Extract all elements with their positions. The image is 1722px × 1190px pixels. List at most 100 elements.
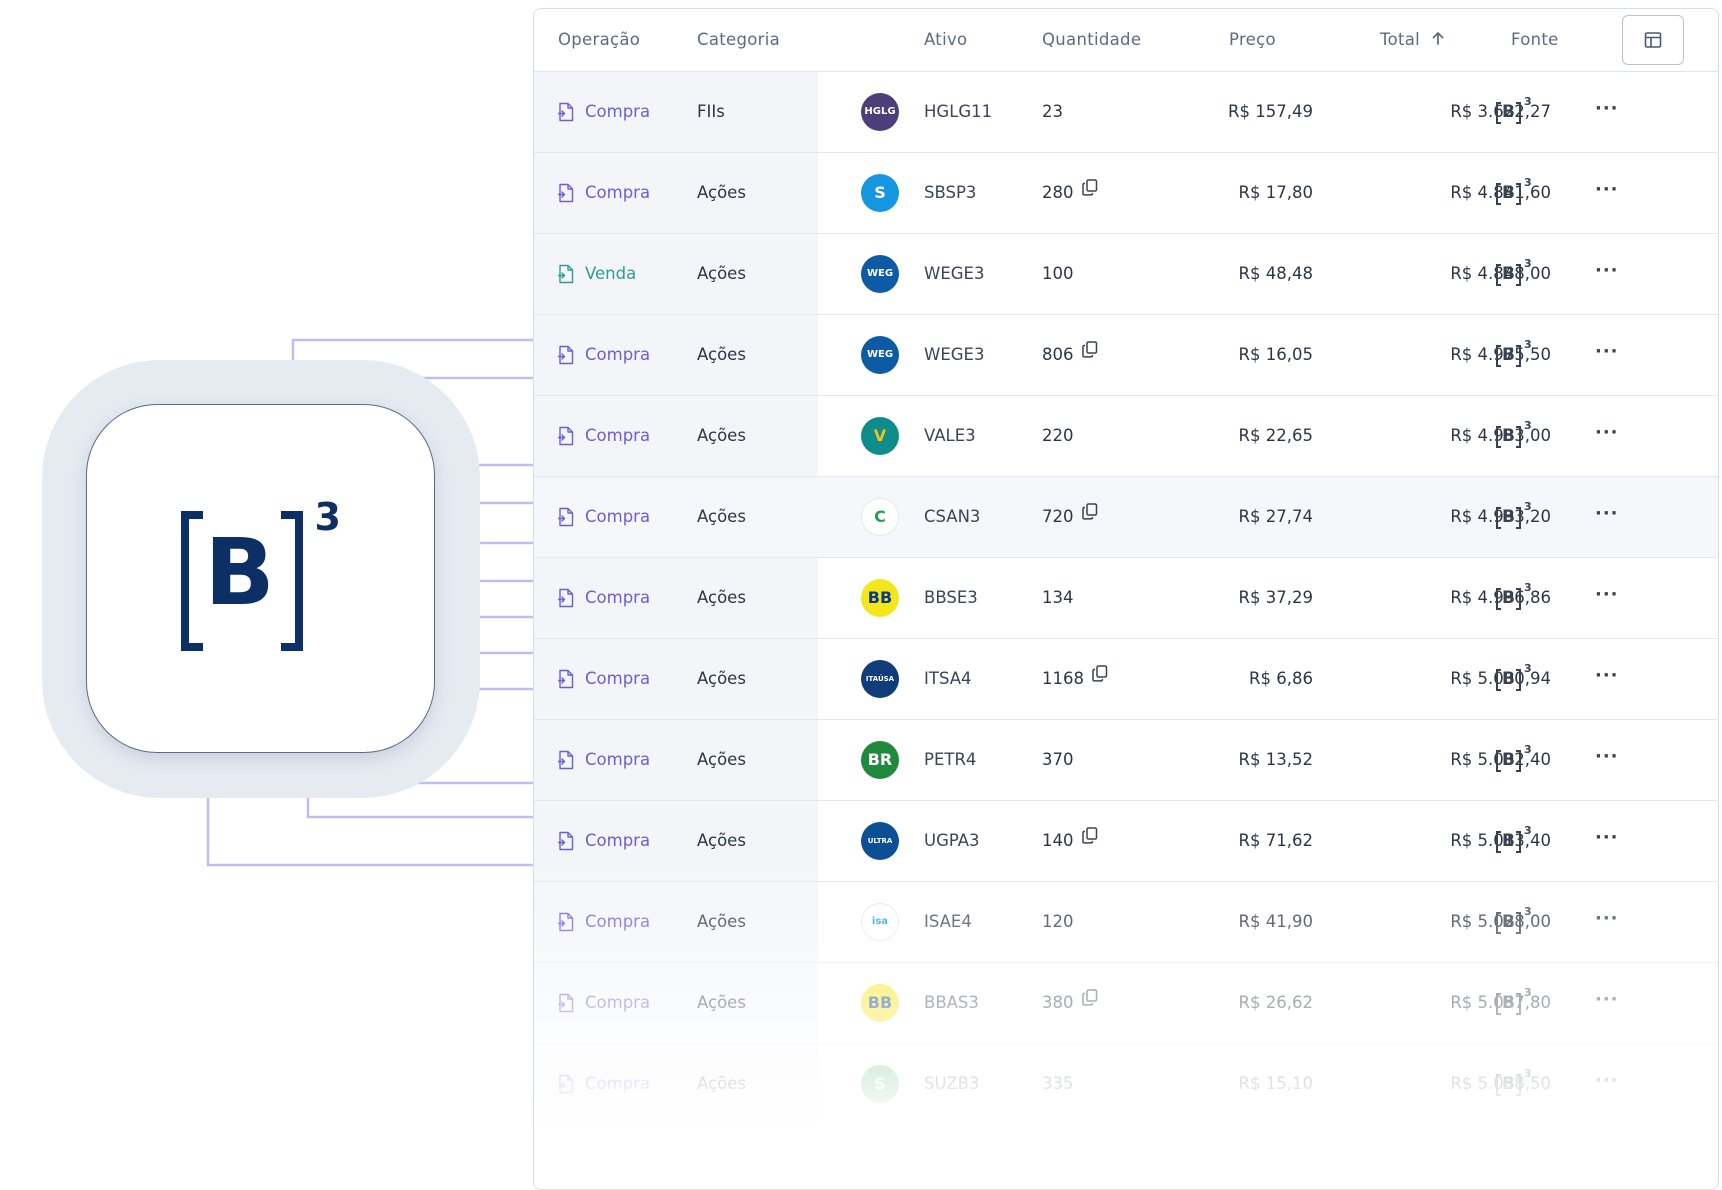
price-value: R$ 71,62 bbox=[1238, 831, 1313, 850]
table-row[interactable]: Compra Ações V VALE3 220 R$ 22,65 R$ 4.9… bbox=[534, 396, 1718, 477]
asset-ticker[interactable]: SUZB3 bbox=[924, 1044, 979, 1124]
table-row[interactable]: Venda Ações WEG WEGE3 100 R$ 48,48 R$ 4.… bbox=[534, 234, 1718, 315]
more-options-icon[interactable]: ··· bbox=[1595, 1044, 1619, 1124]
document-icon bbox=[557, 426, 574, 446]
category-label: Ações bbox=[697, 183, 746, 202]
copy-icon[interactable] bbox=[1081, 799, 1098, 879]
operation-label[interactable]: Compra bbox=[585, 639, 650, 719]
header-preco[interactable]: Preço bbox=[1229, 9, 1276, 71]
header-fonte[interactable]: Fonte bbox=[1511, 9, 1559, 71]
table-row[interactable]: Compra Ações S SUZB3 335 R$ 15,10 R$ 5.0… bbox=[534, 1044, 1718, 1125]
asset-ticker[interactable]: ITSA4 bbox=[924, 639, 972, 719]
columns-settings-button[interactable] bbox=[1622, 15, 1684, 65]
quantity-value: 1168 bbox=[1042, 639, 1108, 719]
asset-ticker[interactable]: WEGE3 bbox=[924, 315, 984, 395]
header-categoria[interactable]: Categoria bbox=[697, 9, 780, 71]
table-row[interactable]: Compra Ações C CSAN3 720 R$ 27,74 R$ 4.9… bbox=[534, 477, 1718, 558]
table-row[interactable]: Compra Ações isa ISAE4 120 R$ 41,90 R$ 5… bbox=[534, 882, 1718, 963]
asset-ticker[interactable]: SBSP3 bbox=[924, 153, 976, 233]
table-row[interactable]: Compra Ações BB BBSE3 134 R$ 37,29 R$ 4.… bbox=[534, 558, 1718, 639]
quantity-text: 370 bbox=[1042, 750, 1074, 769]
asset-ticker[interactable]: CSAN3 bbox=[924, 477, 980, 557]
quantity-value: 120 bbox=[1042, 882, 1074, 962]
operation-label[interactable]: Compra bbox=[585, 153, 650, 233]
copy-icon[interactable] bbox=[1081, 313, 1098, 393]
asset-logo-text: S bbox=[874, 183, 886, 202]
asset-ticker[interactable]: UGPA3 bbox=[924, 801, 980, 881]
category-label: Ações bbox=[697, 264, 746, 283]
more-options-icon[interactable]: ··· bbox=[1595, 153, 1619, 233]
asset-ticker[interactable]: BBAS3 bbox=[924, 963, 979, 1043]
quantity-value: 140 bbox=[1042, 801, 1098, 881]
more-options-icon[interactable]: ··· bbox=[1595, 558, 1619, 638]
b3-source-icon: B3 bbox=[1496, 176, 1532, 209]
more-options-icon[interactable]: ··· bbox=[1595, 882, 1619, 962]
b3-source-icon: B3 bbox=[1496, 662, 1532, 695]
asset-logo-text: C bbox=[874, 507, 886, 526]
asset-ticker[interactable]: BBSE3 bbox=[924, 558, 978, 638]
asset-ticker[interactable]: PETR4 bbox=[924, 720, 976, 800]
asset-ticker[interactable]: VALE3 bbox=[924, 396, 976, 476]
header-operacao[interactable]: Operação bbox=[558, 9, 640, 71]
more-options-icon[interactable]: ··· bbox=[1595, 72, 1619, 152]
more-options-icon[interactable]: ··· bbox=[1595, 234, 1619, 314]
document-icon bbox=[557, 264, 574, 284]
asset-logo-text: V bbox=[873, 426, 887, 445]
more-options-icon[interactable]: ··· bbox=[1595, 801, 1619, 881]
quantity-text: 140 bbox=[1042, 831, 1074, 850]
quantity-value: 280 bbox=[1042, 153, 1098, 233]
asset-logo: BB bbox=[861, 579, 899, 617]
copy-icon[interactable] bbox=[1081, 475, 1098, 555]
table-row[interactable]: Compra Ações ITAÚSA ITSA4 1168 R$ 6,86 R… bbox=[534, 639, 1718, 720]
price-value: R$ 16,05 bbox=[1238, 345, 1313, 364]
asset-logo-text: HGLG bbox=[864, 106, 896, 117]
quantity-value: 220 bbox=[1042, 396, 1074, 476]
category-label: Ações bbox=[697, 507, 746, 526]
asset-logo-text: isa bbox=[871, 916, 889, 927]
document-icon bbox=[557, 750, 574, 770]
operation-label[interactable]: Compra bbox=[585, 1044, 650, 1124]
more-options-icon[interactable]: ··· bbox=[1595, 639, 1619, 719]
operation-label[interactable]: Compra bbox=[585, 72, 650, 152]
copy-icon[interactable] bbox=[1081, 151, 1098, 231]
asset-ticker[interactable]: WEGE3 bbox=[924, 234, 984, 314]
operation-label[interactable]: Venda bbox=[585, 234, 636, 314]
operation-label[interactable]: Compra bbox=[585, 720, 650, 800]
more-options-icon[interactable]: ··· bbox=[1595, 315, 1619, 395]
operation-label[interactable]: Compra bbox=[585, 801, 650, 881]
operation-label[interactable]: Compra bbox=[585, 315, 650, 395]
header-quantidade[interactable]: Quantidade bbox=[1042, 9, 1141, 71]
table-row[interactable]: Compra Ações BB BBAS3 380 R$ 26,62 R$ 5.… bbox=[534, 963, 1718, 1044]
more-options-icon[interactable]: ··· bbox=[1595, 396, 1619, 476]
asset-ticker[interactable]: ISAE4 bbox=[924, 882, 972, 962]
operation-label[interactable]: Compra bbox=[585, 558, 650, 638]
table-row[interactable]: Compra Ações ULTRA UGPA3 140 R$ 71,62 R$… bbox=[534, 801, 1718, 882]
copy-icon[interactable] bbox=[1081, 961, 1098, 1041]
more-options-icon[interactable]: ··· bbox=[1595, 963, 1619, 1043]
table-row[interactable]: Compra Ações BR PETR4 370 R$ 13,52 R$ 5.… bbox=[534, 720, 1718, 801]
more-options-icon[interactable]: ··· bbox=[1595, 720, 1619, 800]
category-label: Ações bbox=[697, 669, 746, 688]
header-ativo[interactable]: Ativo bbox=[924, 9, 967, 71]
operation-label[interactable]: Compra bbox=[585, 882, 650, 962]
table-columns-icon bbox=[1644, 31, 1662, 49]
operation-label[interactable]: Compra bbox=[585, 963, 650, 1043]
operation-label[interactable]: Compra bbox=[585, 396, 650, 476]
asset-logo-text: BB bbox=[867, 993, 893, 1012]
b3-source-icon: B3 bbox=[1496, 581, 1532, 614]
table-row[interactable]: Compra Ações S SBSP3 280 R$ 17,80 R$ 4.8… bbox=[534, 153, 1718, 234]
operation-label[interactable]: Compra bbox=[585, 477, 650, 557]
b3-app-tile: B 3 bbox=[87, 405, 434, 752]
table-row[interactable]: Compra FIIs HGLG HGLG11 23 R$ 157,49 R$ … bbox=[534, 72, 1718, 153]
b3-source-icon: B3 bbox=[1496, 338, 1532, 371]
b3-source-icon: B3 bbox=[1496, 95, 1532, 128]
more-options-icon[interactable]: ··· bbox=[1595, 477, 1619, 557]
table-row[interactable]: Compra Ações WEG WEGE3 806 R$ 16,05 R$ 4… bbox=[534, 315, 1718, 396]
copy-icon[interactable] bbox=[1092, 637, 1108, 717]
document-icon bbox=[557, 993, 574, 1013]
b3-source-icon: B3 bbox=[1496, 743, 1532, 776]
quantity-value: 806 bbox=[1042, 315, 1098, 395]
header-total[interactable]: Total bbox=[1380, 9, 1444, 71]
arrow-up-icon[interactable] bbox=[1432, 9, 1444, 71]
asset-ticker[interactable]: HGLG11 bbox=[924, 72, 992, 152]
